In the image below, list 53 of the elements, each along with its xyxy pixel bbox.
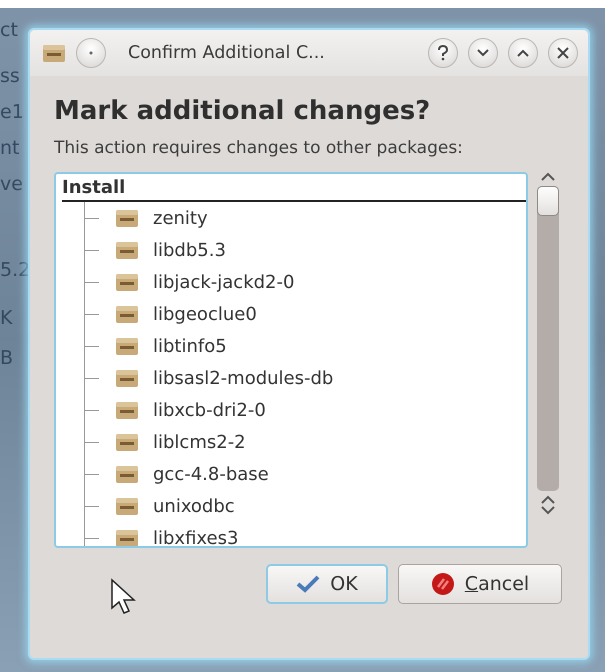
background-text: ve xyxy=(0,172,23,196)
package-icon xyxy=(115,400,139,420)
package-icon xyxy=(115,496,139,516)
package-icon xyxy=(115,336,139,356)
tree-group-header[interactable]: Install xyxy=(62,176,526,202)
package-item[interactable]: liblcms2-2 xyxy=(153,432,246,452)
scroll-up-icon[interactable] xyxy=(540,172,556,182)
dialog-heading: Mark additional changes? xyxy=(54,96,432,126)
chevron-down-icon xyxy=(477,49,489,57)
package-item[interactable]: libdb5.3 xyxy=(153,240,226,260)
package-item[interactable]: gcc-4.8-base xyxy=(153,464,269,484)
help-icon xyxy=(437,45,449,61)
background-text: B xyxy=(0,346,14,370)
package-icon xyxy=(115,208,139,228)
package-item[interactable]: zenity xyxy=(153,208,208,228)
package-icon xyxy=(115,304,139,324)
background-text: K xyxy=(0,306,12,330)
package-item[interactable]: libjack-jackd2-0 xyxy=(153,272,294,292)
cancel-icon xyxy=(430,572,455,596)
package-item[interactable]: libtinfo5 xyxy=(153,336,227,356)
package-icon xyxy=(115,272,139,292)
package-item[interactable]: libsasl2-modules-db xyxy=(153,368,334,388)
chevron-up-icon xyxy=(517,49,529,57)
package-icon xyxy=(42,43,66,63)
window-title: Confirm Additional C... xyxy=(128,43,326,63)
package-item[interactable]: libxcb-dri2-0 xyxy=(153,400,266,420)
dot-icon xyxy=(89,51,93,55)
package-icon xyxy=(115,432,139,452)
scrollbar-thumb[interactable] xyxy=(537,186,559,216)
package-icon xyxy=(115,528,139,546)
background-text: e1 xyxy=(0,100,24,124)
background-text: ss xyxy=(0,64,20,88)
package-item[interactable]: unixodbc xyxy=(153,496,235,516)
package-item[interactable]: libxfixes3 xyxy=(153,528,238,546)
close-icon xyxy=(557,47,569,59)
package-item[interactable]: libgeoclue0 xyxy=(153,304,257,324)
background-text: nt xyxy=(0,136,20,160)
background-text: ct xyxy=(0,18,18,42)
scroll-down-icon[interactable] xyxy=(540,505,556,515)
scrollbar-track[interactable] xyxy=(537,186,559,491)
package-icon xyxy=(115,368,139,388)
minimize-button[interactable] xyxy=(468,38,498,68)
dialog-message: This action requires changes to other packages: xyxy=(54,138,464,158)
close-button[interactable] xyxy=(548,38,578,68)
package-icon xyxy=(115,240,139,260)
cancel-button[interactable]: Cancel xyxy=(398,564,562,604)
package-icon xyxy=(115,464,139,484)
maximize-button[interactable] xyxy=(508,38,538,68)
help-button[interactable] xyxy=(428,38,458,68)
background-text: 5.2 xyxy=(0,258,30,282)
checkmark-icon xyxy=(296,575,320,593)
ok-button[interactable]: OK xyxy=(266,564,388,604)
scroll-up-icon[interactable] xyxy=(540,495,556,505)
